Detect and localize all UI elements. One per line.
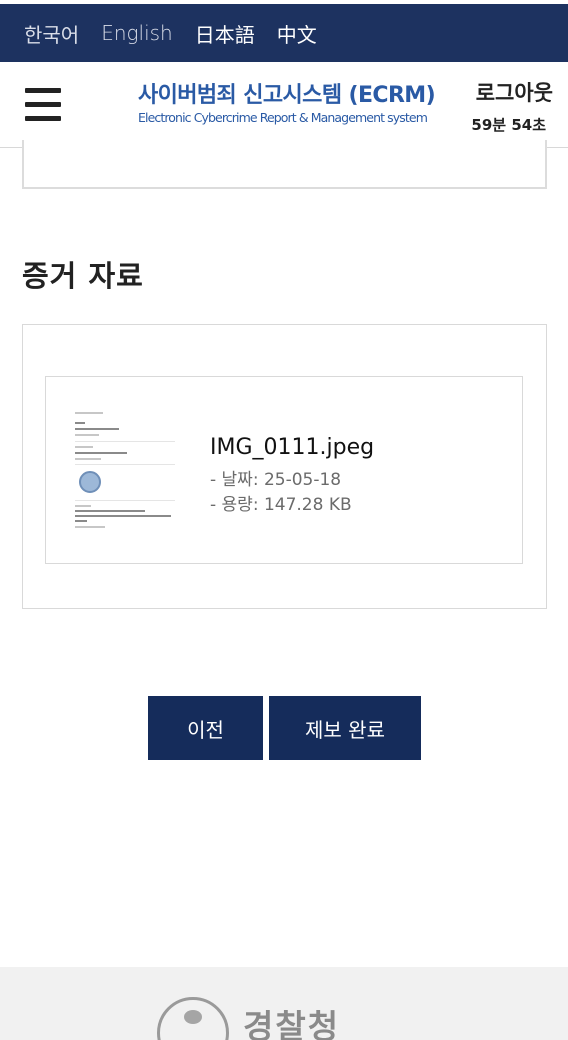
evidence-section-title: 증거 자료 bbox=[22, 259, 144, 293]
evidence-thumbnail[interactable] bbox=[75, 408, 179, 533]
session-timer: 59분 54초 bbox=[471, 116, 546, 134]
previous-section-box bbox=[22, 140, 547, 189]
logout-button[interactable]: 로그아웃 bbox=[476, 77, 553, 107]
site-header: 사이버범죄 신고시스템 (ECRM) Electronic Cybercrime… bbox=[0, 62, 568, 148]
thumbnail-image-icon bbox=[79, 471, 101, 493]
language-english-link[interactable]: English bbox=[101, 21, 173, 45]
site-subtitle: Electronic Cybercrime Report & Managemen… bbox=[138, 110, 428, 125]
language-chinese-link[interactable]: 中文 bbox=[277, 19, 317, 48]
evidence-file-name: IMG_0111.jpeg bbox=[210, 435, 375, 460]
language-japanese-link[interactable]: 日本語 bbox=[195, 19, 255, 48]
submit-report-button[interactable]: 제보 완료 bbox=[269, 696, 421, 760]
language-korean-link[interactable]: 한국어 bbox=[24, 19, 79, 48]
police-agency-name: 경찰청 bbox=[243, 1007, 341, 1040]
site-title[interactable]: 사이버범죄 신고시스템 (ECRM) bbox=[138, 77, 436, 109]
previous-button[interactable]: 이전 bbox=[148, 696, 263, 760]
evidence-file-date: - 날짜: 25-05-18 bbox=[210, 470, 342, 490]
evidence-file-size: - 용량: 147.28 KB bbox=[210, 495, 352, 515]
hamburger-menu-icon[interactable] bbox=[25, 88, 61, 122]
language-bar: 한국어 English 日本語 中文 bbox=[0, 4, 568, 62]
